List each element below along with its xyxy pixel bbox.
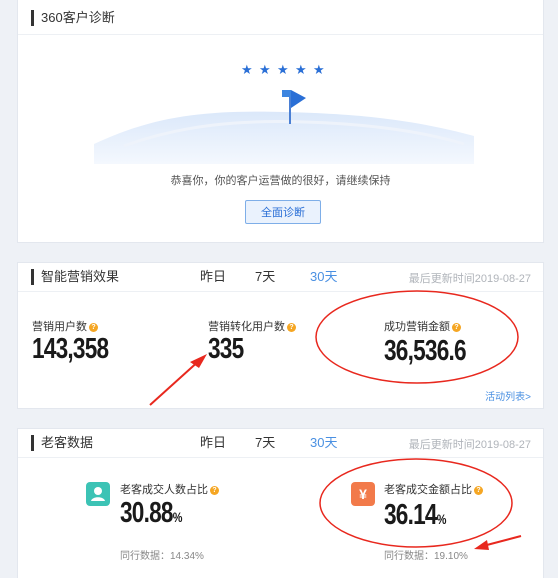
returning-amount-ratio-label: 老客成交金额占比? [384, 481, 483, 497]
converted-users-value: 335 [208, 333, 244, 365]
returning-amount-peer: 同行数据：19.10% [384, 551, 468, 562]
marketing-card: 智能营销效果 昨日 7天 30天 最后更新时间2019-08-27 营销用户数?… [17, 262, 544, 409]
star-icon: ★ [259, 62, 271, 77]
marketing-users-label: 营销用户数? [32, 318, 98, 334]
activity-list-link[interactable]: 活动列表> [485, 388, 531, 403]
returning-title: 老客数据 [31, 435, 93, 451]
user-icon [86, 482, 110, 506]
tab-yesterday[interactable]: 昨日 [200, 435, 226, 451]
diagnosis-header: 360客户诊断 [18, 0, 543, 35]
diagnosis-card: 360客户诊断 ★ ★ ★ ★ ★ 恭喜你，你的客户运营做的很好，请继续保持 全… [17, 0, 544, 243]
last-updated: 最后更新时间2019-08-27 [408, 273, 531, 285]
star-icon: ★ [277, 62, 289, 77]
full-diagnosis-button[interactable]: 全面诊断 [245, 200, 321, 224]
help-icon[interactable]: ? [89, 323, 98, 332]
help-icon[interactable]: ? [287, 323, 296, 332]
returning-card: 老客数据 昨日 7天 30天 最后更新时间2019-08-27 老客成交人数占比… [17, 428, 544, 578]
help-icon[interactable]: ? [210, 486, 219, 495]
returning-header: 老客数据 昨日 7天 30天 最后更新时间2019-08-27 [18, 429, 543, 458]
converted-users-label: 营销转化用户数? [208, 318, 296, 334]
star-icon: ★ [241, 62, 253, 77]
tab-30-days[interactable]: 30天 [310, 269, 337, 285]
tab-7-days[interactable]: 7天 [255, 269, 275, 285]
rating-stars: ★ ★ ★ ★ ★ [241, 62, 331, 77]
returning-buyers-ratio-label: 老客成交人数占比? [120, 481, 219, 497]
tab-30-days[interactable]: 30天 [310, 435, 337, 451]
help-icon[interactable]: ? [452, 323, 461, 332]
diagnosis-illustration [94, 90, 474, 164]
diagnosis-title: 360客户诊断 [31, 10, 115, 26]
returning-buyers-peer: 同行数据：14.34% [120, 551, 204, 562]
marketing-amount-value: 36,536.6 [384, 335, 467, 367]
yen-icon: ¥ [351, 482, 375, 506]
help-icon[interactable]: ? [474, 486, 483, 495]
tab-7-days[interactable]: 7天 [255, 435, 275, 451]
tab-yesterday[interactable]: 昨日 [200, 269, 226, 285]
marketing-amount-label: 成功营销金额? [384, 318, 461, 334]
marketing-title: 智能营销效果 [31, 269, 119, 285]
last-updated: 最后更新时间2019-08-27 [408, 439, 531, 451]
star-icon: ★ [313, 62, 325, 77]
diagnosis-message: 恭喜你，你的客户运营做的很好，请继续保持 [170, 175, 391, 187]
star-icon: ★ [295, 62, 307, 77]
marketing-users-value: 143,358 [32, 333, 109, 365]
returning-buyers-ratio-value: 30.88% [120, 497, 183, 529]
returning-amount-ratio-value: 36.14% [384, 499, 447, 531]
marketing-header: 智能营销效果 昨日 7天 30天 最后更新时间2019-08-27 [18, 263, 543, 292]
